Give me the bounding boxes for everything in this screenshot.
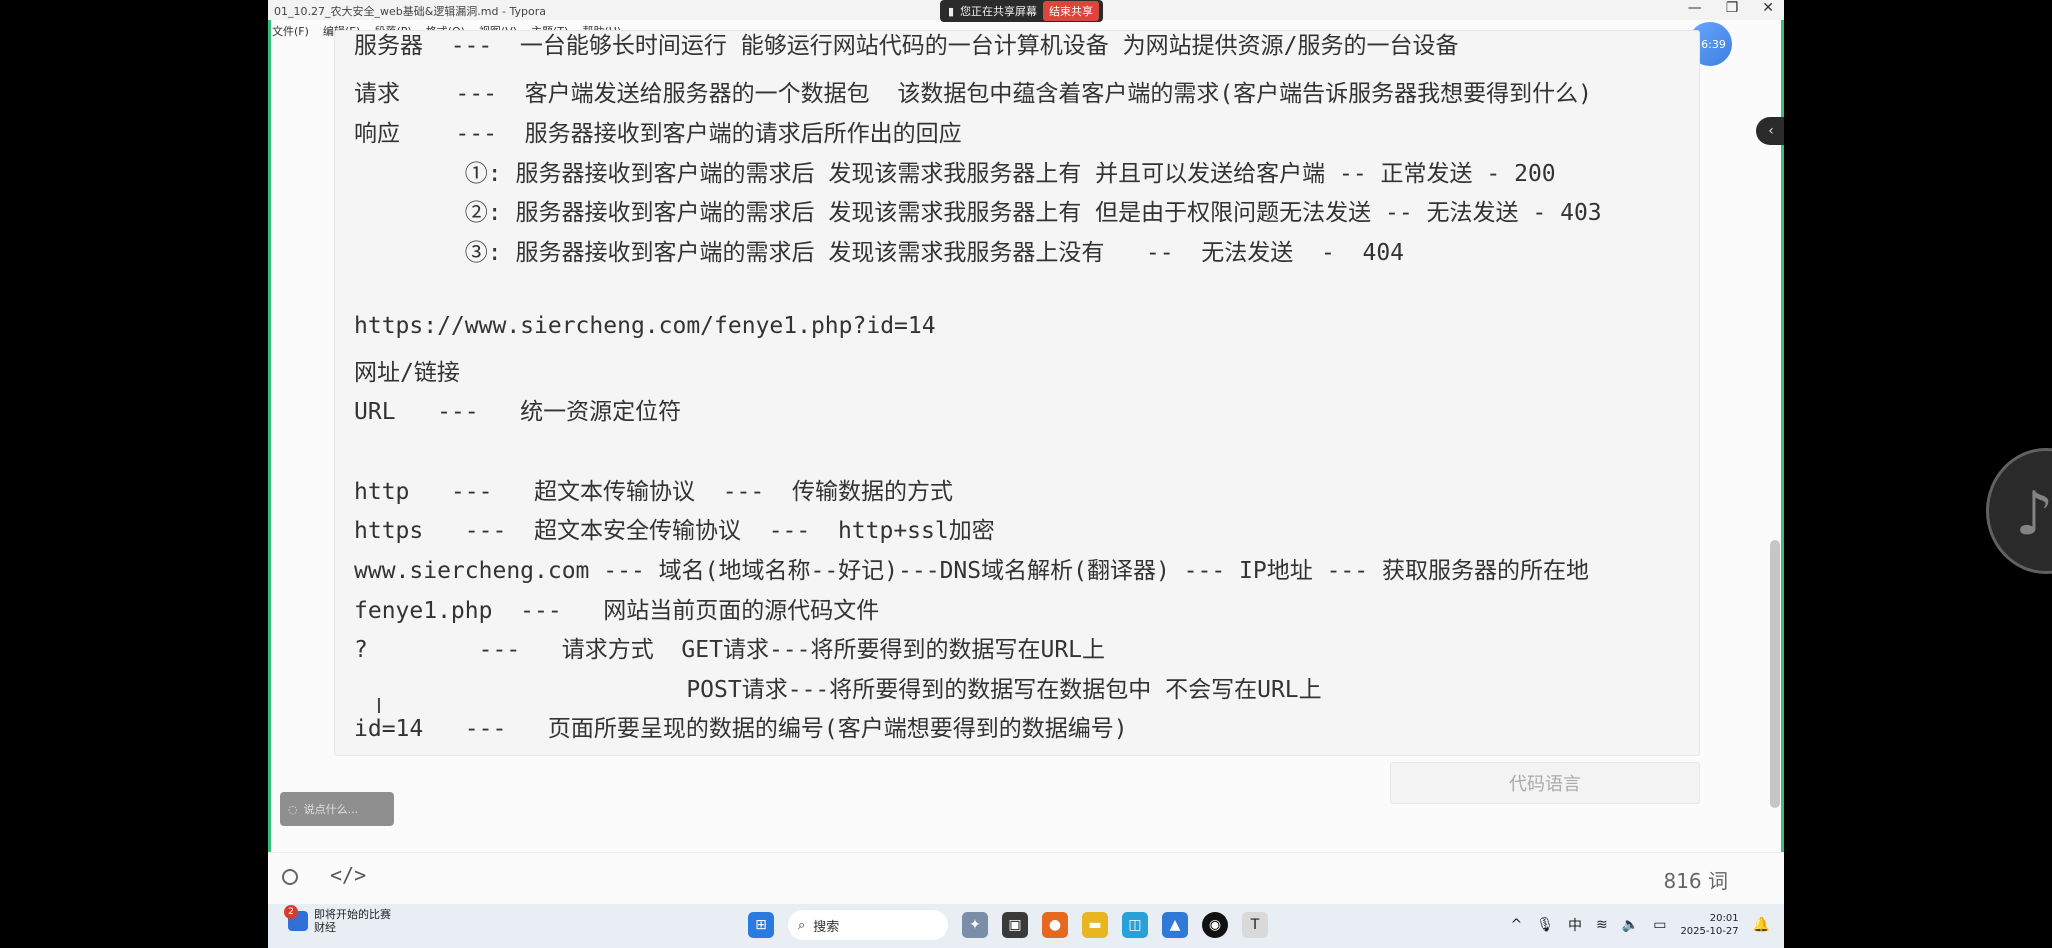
screen-share-banner: ▮ 您正在共享屏幕 结束共享: [940, 0, 1104, 22]
code-line: www.siercheng.com --- 域名(地域名称--好记)---DNS…: [354, 558, 1589, 584]
code-line: ①: 服务器接收到客户端的需求后 发现该需求我服务器上有 并且可以发送给客户端 …: [354, 161, 1556, 187]
maximize-icon[interactable]: ❐: [1726, 0, 1739, 16]
share-status: 您正在共享屏幕: [960, 5, 1038, 18]
code-line: ②: 服务器接收到客户端的需求后 发现该需求我服务器上有 但是由于权限问题无法发…: [354, 200, 1602, 226]
search-label: 搜索: [813, 919, 840, 935]
stop-share-button[interactable]: 结束共享: [1043, 1, 1100, 21]
code-line: 服务器 --- 一台能够长时间运行 能够运行网站代码的一台计算机设备 为网站提供…: [354, 33, 1459, 59]
clock-time: 20:01: [1709, 913, 1739, 924]
taskbar-apps: ⊞ ⌕ 搜索 ✦ ▣ ● ▬ ◫ ▲ ◉ T: [748, 910, 1268, 940]
typora-icon[interactable]: T: [1242, 912, 1268, 938]
text-cursor-icon: I: [376, 694, 382, 718]
badge-app-icon[interactable]: ✦: [962, 912, 988, 938]
taskbar-search[interactable]: ⌕ 搜索: [788, 910, 948, 940]
news-title: 即将开始的比赛: [314, 908, 391, 921]
source-code-mode-icon[interactable]: </>: [330, 863, 366, 887]
file-explorer-icon[interactable]: ▬: [1082, 912, 1108, 938]
task-view-icon[interactable]: ▣: [1002, 912, 1028, 938]
typora-window: 01_10.27_农大安全_web基础&逻辑漏洞.md - Typora — ❐…: [268, 0, 1784, 948]
tiktok-watermark-icon: ♪: [1986, 448, 2052, 574]
code-line: 网址/链接: [354, 360, 460, 386]
windows-app-icon[interactable]: ◫: [1122, 912, 1148, 938]
comment-placeholder: 说点什么...: [303, 803, 359, 816]
wifi-icon[interactable]: ≋: [1596, 917, 1608, 933]
tray-chevron-icon[interactable]: ^: [1511, 917, 1523, 933]
code-language-input[interactable]: 代码语言: [1390, 762, 1700, 804]
share-border-left: [268, 0, 271, 948]
battery-icon[interactable]: ▭: [1653, 917, 1666, 933]
photos-app-icon[interactable]: ▲: [1162, 912, 1188, 938]
system-tray: ^ 🎙 中 ≋ 🔈 ▭ 20:01 2025-10-27 🔔: [1511, 912, 1770, 938]
news-icon: 2: [284, 905, 308, 931]
code-line: 响应 --- 服务器接收到客户端的请求后所作出的回应: [354, 121, 962, 147]
menu-file[interactable]: 文件(F): [272, 23, 309, 39]
word-count[interactable]: 816 词: [1663, 865, 1728, 894]
code-line: http --- 超文本传输协议 --- 传输数据的方式: [354, 479, 953, 505]
code-line: POST请求---将所要得到的数据写在数据包中 不会写在URL上: [354, 677, 1322, 703]
microphone-icon[interactable]: 🎙: [1536, 917, 1554, 933]
clock-date: 2025-10-27: [1680, 926, 1739, 937]
chat-icon: ◌: [288, 802, 298, 816]
notification-bell-icon[interactable]: 🔔: [1753, 917, 1770, 933]
taskbar-news-widget[interactable]: 2 即将开始的比赛 财经: [284, 905, 391, 934]
taskbar-clock[interactable]: 20:01 2025-10-27: [1680, 912, 1738, 938]
outline-toggle-icon[interactable]: [282, 869, 298, 885]
code-line: 请求 --- 客户端发送给服务器的一个数据包 该数据包中蕴含着客户端的需求(客户…: [354, 81, 1593, 107]
code-line: ③: 服务器接收到客户端的需求后 发现该需求我服务器上没有 -- 无法发送 - …: [354, 240, 1405, 266]
code-line: id=14 --- 页面所要呈现的数据的编号(客户端想要得到的数据编号): [354, 716, 1128, 742]
windows-taskbar: 2 即将开始的比赛 财经 ⊞ ⌕ 搜索 ✦ ▣ ● ▬ ◫ ▲ ◉ T ^ 🎙: [268, 904, 1784, 948]
search-icon: ⌕: [798, 917, 806, 933]
code-line: https://www.siercheng.com/fenye1.php?id=…: [354, 313, 936, 339]
news-subtitle: 财经: [314, 921, 336, 934]
code-line: fenye1.php --- 网站当前页面的源代码文件: [354, 598, 880, 624]
code-line: https --- 超文本安全传输协议 --- http+ssl加密: [354, 518, 995, 544]
window-controls: — ❐ ✕: [1688, 0, 1774, 16]
windows-start-icon[interactable]: ⊞: [748, 912, 774, 938]
volume-icon[interactable]: 🔈: [1622, 917, 1639, 933]
news-badge: 2: [284, 905, 298, 919]
ime-indicator[interactable]: 中: [1568, 915, 1582, 935]
scrollbar-thumb[interactable]: [1770, 540, 1780, 808]
code-line: URL --- 统一资源定位符: [354, 399, 682, 425]
obs-icon[interactable]: ◉: [1202, 912, 1228, 938]
window-title: 01_10.27_农大安全_web基础&逻辑漏洞.md - Typora: [274, 5, 546, 18]
close-icon[interactable]: ✕: [1762, 0, 1774, 16]
share-signal-icon: ▮: [948, 4, 955, 18]
firefox-icon[interactable]: ●: [1042, 912, 1068, 938]
status-bar: </> 816 词: [268, 852, 1784, 905]
code-line: ? --- 请求方式 GET请求---将所要得到的数据写在URL上: [354, 637, 1106, 663]
minimize-icon[interactable]: —: [1688, 0, 1702, 16]
comment-chip[interactable]: ◌ 说点什么...: [280, 792, 394, 826]
